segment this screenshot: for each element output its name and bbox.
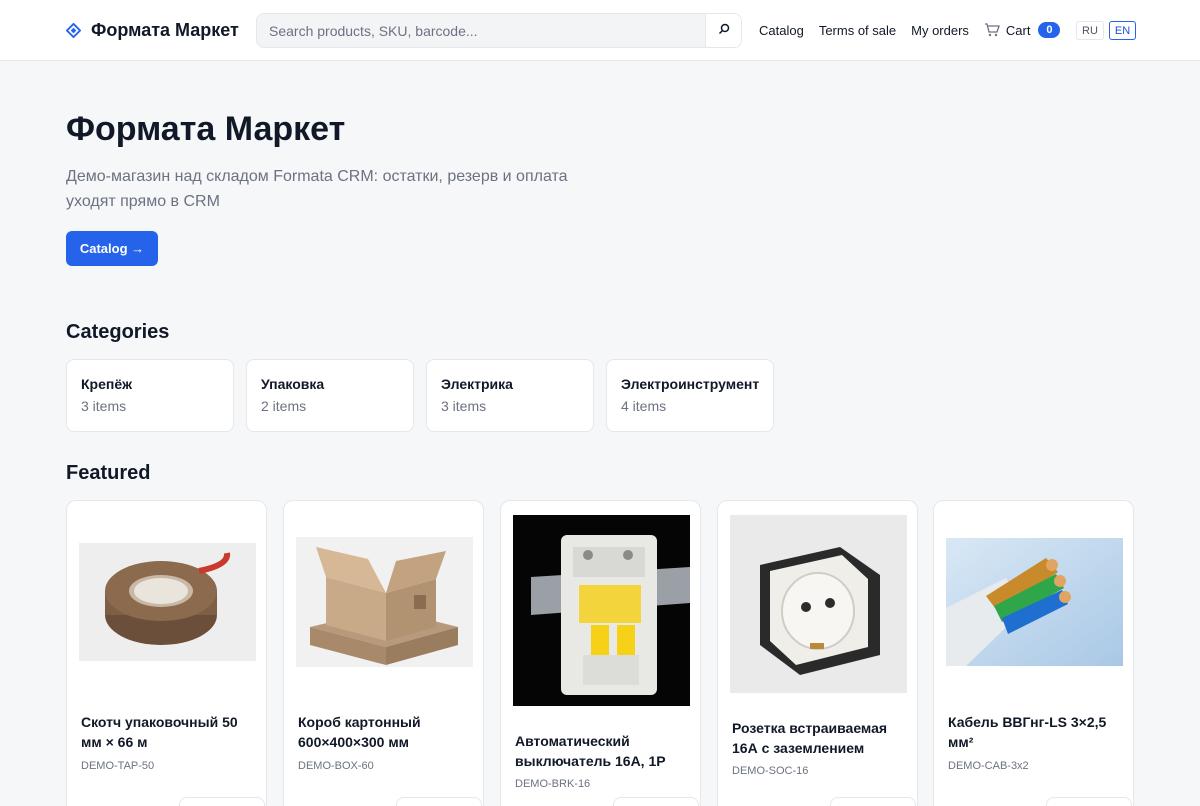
category-name: Упаковка [261, 376, 325, 392]
logo[interactable]: Формата Маркет [66, 20, 239, 41]
diamond-logo-icon [66, 23, 81, 38]
category-count: 4 items [621, 398, 667, 414]
search-icon [718, 22, 730, 40]
category-card-packaging[interactable]: Упаковка 2 items [246, 359, 414, 432]
category-name: Электрика [441, 376, 513, 392]
product-sku: DEMO-CAB-3x2 [948, 760, 1029, 772]
power-socket-image [730, 515, 907, 693]
category-name: Электроинструмент [621, 376, 760, 392]
product-name: Автоматический выключатель 16А, 1P [515, 733, 666, 769]
lang-en-button[interactable]: EN [1108, 21, 1137, 40]
product-name: Розетка встраиваемая 16А с заземлением [732, 720, 888, 756]
site-header: Формата Маркет Catalog Terms of sale My … [0, 0, 1200, 61]
category-card-electrics[interactable]: Электрика 3 items [426, 359, 594, 432]
cardboard-box-image [296, 537, 473, 667]
category-count: 3 items [81, 398, 127, 414]
category-card-power-tools[interactable]: Электроинструмент 4 items [606, 359, 774, 432]
product-card-cable[interactable]: Кабель ВВГнг-LS 3×2,5 мм² DEMO-CAB-3x2 [933, 500, 1134, 806]
language-switcher: RU EN [1076, 21, 1141, 40]
packing-tape-image [79, 543, 256, 661]
product-card-tape[interactable]: Скотч упаковочный 50 мм × 66 м DEMO-TAP-… [66, 500, 267, 806]
product-name: Короб картонный 600×400×300 мм [298, 714, 421, 750]
product-sku: DEMO-BRK-16 [515, 778, 591, 790]
product-card-socket[interactable]: Розетка встраиваемая 16А с заземлением D… [717, 500, 918, 806]
add-to-cart-button[interactable] [179, 797, 265, 806]
featured-title: Featured [66, 462, 151, 484]
category-name: Крепёж [81, 376, 133, 392]
logo-text: Формата Маркет [91, 20, 239, 40]
main-nav: Catalog Terms of sale My orders Cart 0 [759, 22, 1061, 38]
product-sku: DEMO-BOX-60 [298, 760, 374, 772]
cart-count-badge: 0 [1038, 22, 1061, 38]
add-to-cart-button[interactable] [613, 797, 699, 806]
nav-orders-link[interactable]: My orders [911, 23, 969, 38]
add-to-cart-button[interactable] [830, 797, 916, 806]
category-card-fasteners[interactable]: Крепёж 3 items [66, 359, 234, 432]
search-input[interactable] [257, 14, 705, 47]
add-to-cart-button[interactable] [1046, 797, 1132, 806]
product-card-box[interactable]: Короб картонный 600×400×300 мм DEMO-BOX-… [283, 500, 484, 806]
nav-catalog-link[interactable]: Catalog [759, 23, 804, 38]
category-count: 3 items [441, 398, 487, 414]
search-bar [256, 13, 742, 48]
hero-subtitle: Демо-магазин над складом Formata CRM: ос… [66, 168, 568, 210]
product-name: Кабель ВВГнг-LS 3×2,5 мм² [948, 714, 1107, 750]
product-name: Скотч упаковочный 50 мм × 66 м [81, 714, 238, 750]
power-cable-image [946, 538, 1123, 666]
search-button[interactable] [705, 14, 741, 47]
product-card-breaker[interactable]: Автоматический выключатель 16А, 1P DEMO-… [500, 500, 701, 806]
circuit-breaker-image [513, 515, 690, 706]
cart-label: Cart [1005, 22, 1031, 38]
product-sku: DEMO-TAP-50 [81, 760, 155, 772]
add-to-cart-button[interactable] [396, 797, 482, 806]
cart-icon [984, 23, 1000, 37]
product-sku: DEMO-SOC-16 [732, 765, 809, 777]
lang-ru-button[interactable]: RU [1076, 21, 1104, 40]
hero-title: Формата Маркет [66, 110, 346, 148]
categories-title: Categories [66, 321, 170, 343]
category-count: 2 items [261, 398, 307, 414]
nav-terms-link[interactable]: Terms of sale [819, 23, 896, 38]
catalog-cta-button[interactable]: Catalog → [66, 231, 158, 266]
cart-button[interactable]: Cart 0 [984, 22, 1061, 38]
